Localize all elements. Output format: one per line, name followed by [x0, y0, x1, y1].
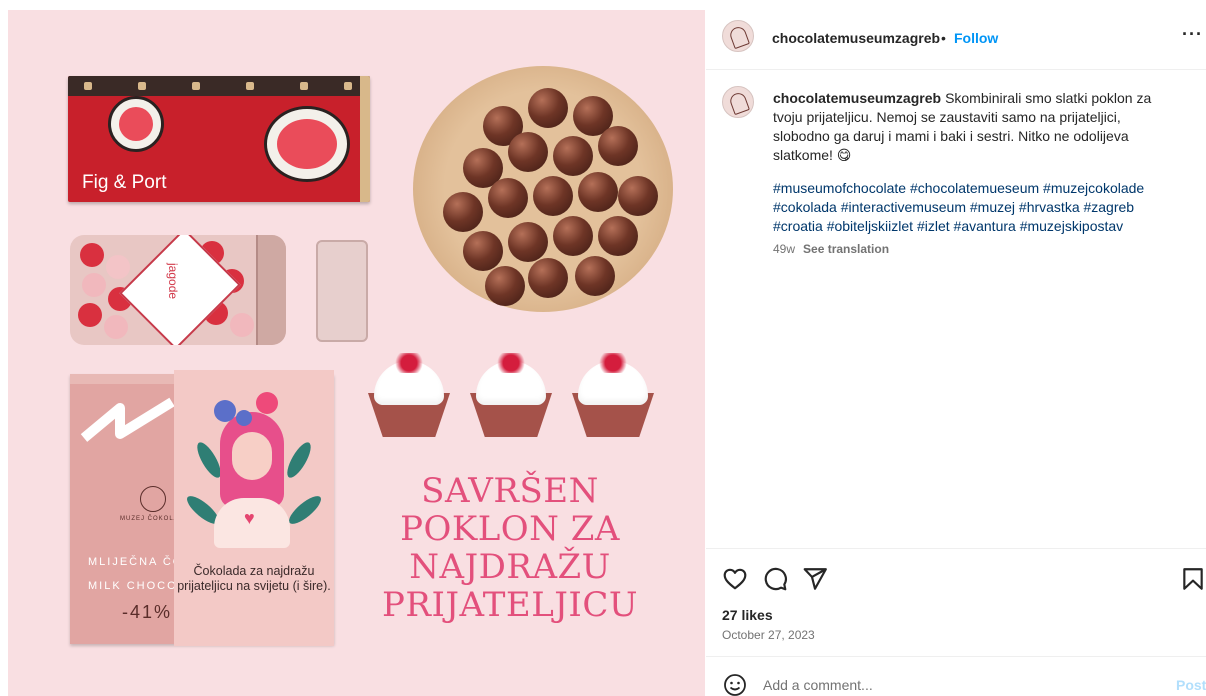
avatar[interactable]	[722, 20, 754, 52]
share-icon[interactable]	[802, 566, 828, 592]
gift-sleeve: ♥ Čokolada za najdražu prijateljicu na s…	[174, 370, 334, 646]
bar-top-strip	[68, 76, 370, 96]
bar-ornament	[192, 82, 200, 90]
post-sidebar: chocolatemuseumzagreb • Follow ··· choco…	[706, 0, 1206, 696]
headline-line: PRIJATELJICU	[381, 585, 639, 625]
museum-logo-icon	[140, 486, 166, 512]
fig-illustration	[264, 106, 350, 182]
post-header: chocolatemuseumzagreb • Follow ···	[706, 0, 1206, 70]
bar-ornament	[344, 82, 352, 90]
chocolate-box-image: MUZEJ ČOKOLADE MLIJEČNA ČOK MILK CHOCO -…	[70, 370, 334, 646]
cupcake-image	[570, 353, 656, 437]
sleeve-text: Čokolada za najdražu prijateljicu na svi…	[177, 564, 331, 593]
chocolate-tin-image	[316, 240, 368, 342]
fig-illustration	[108, 96, 164, 152]
caption: chocolatemuseumzagreb Skombinirali smo sl…	[773, 89, 1165, 165]
follow-button[interactable]: Follow	[954, 30, 998, 46]
header-username[interactable]: chocolatemuseumzagreb	[772, 30, 940, 46]
caption-meta: 49w See translation	[773, 242, 889, 256]
likes-count[interactable]: 27 likes	[722, 607, 773, 623]
post-media[interactable]: Fig & Port jagode MUZEJ ČOKOLADE MLIJEČN…	[8, 10, 705, 696]
comment-icon[interactable]	[762, 566, 788, 592]
separator-dot: •	[941, 30, 946, 46]
like-heart-icon[interactable]	[722, 566, 748, 592]
heart-icon: ♥	[244, 508, 255, 528]
chocolate-bar-image: Fig & Port	[68, 76, 370, 202]
bar-label: Fig & Port	[82, 172, 167, 193]
caption-hashtags[interactable]: #museumofchocolate #chocolatemueseum #mu…	[773, 179, 1173, 236]
bar-ornament	[138, 82, 146, 90]
headline: SAVRŠEN POKLON ZA NAJDRAŽU PRIJATELJICU	[360, 472, 660, 624]
cupcake-image	[468, 353, 554, 437]
bar-ornament	[300, 82, 308, 90]
caption-avatar[interactable]	[722, 86, 754, 118]
more-options-icon[interactable]: ···	[1182, 24, 1203, 45]
caption-username[interactable]: chocolatemuseumzagreb	[773, 90, 941, 106]
post-comment-button[interactable]: Post	[1176, 677, 1206, 693]
post-date: October 27, 2023	[722, 628, 815, 642]
candy-jar-image: jagode	[70, 235, 286, 345]
post-age: 49w	[773, 242, 796, 256]
comment-input[interactable]	[763, 674, 1143, 696]
bar-wrapper-edge	[360, 76, 370, 202]
emoji-icon[interactable]	[723, 673, 747, 696]
see-translation-button[interactable]: See translation	[803, 242, 889, 256]
bookmark-icon[interactable]	[1180, 566, 1206, 592]
headline-line: POKLON ZA	[400, 509, 620, 549]
headline-line: SAVRŠEN	[421, 471, 599, 511]
divider	[706, 548, 1206, 549]
divider	[706, 656, 1206, 657]
truffle-bowl-image	[413, 66, 673, 312]
jar-lid	[256, 235, 286, 345]
box-brush-mark	[80, 397, 175, 442]
bar-ornament	[246, 82, 254, 90]
headline-line: NAJDRAŽU	[409, 547, 611, 587]
cupcake-image	[366, 353, 452, 437]
bar-ornament	[84, 82, 92, 90]
jar-label-text: jagode	[166, 263, 180, 300]
